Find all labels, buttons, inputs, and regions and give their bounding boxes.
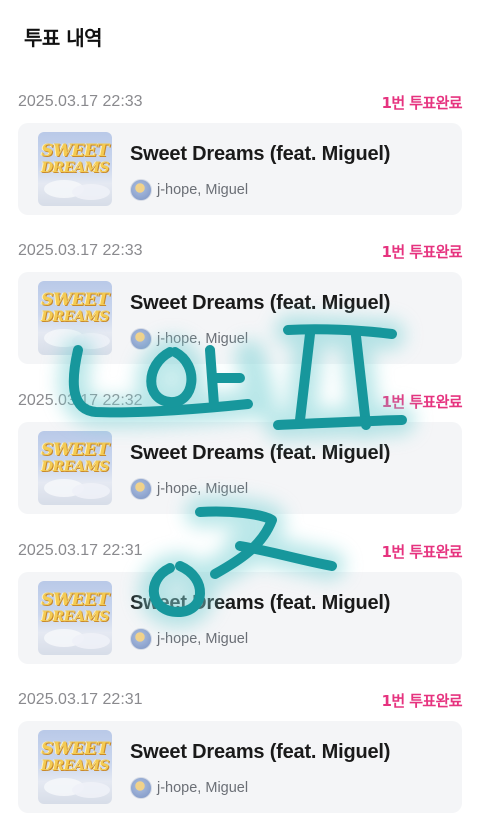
artist-avatar-icon xyxy=(130,478,152,500)
song-title: Sweet Dreams (feat. Miguel) xyxy=(130,741,391,763)
album-art-text: SWEET xyxy=(41,290,109,310)
entry-header: 2025.03.17 22:33 1번 투표완료 xyxy=(18,91,463,113)
song-card[interactable]: SWEET DREAMS Sweet Dreams (feat. Miguel)… xyxy=(18,572,462,664)
vote-status: 1번 투표완료 xyxy=(381,691,463,710)
entry-header: 2025.03.17 22:31 1번 투표완료 xyxy=(18,689,463,711)
vote-entry[interactable]: 2025.03.17 22:33 1번 투표완료 SWEET DREAMS Sw… xyxy=(18,91,463,215)
album-art-icon: SWEET DREAMS xyxy=(38,730,112,804)
vote-date: 2025.03.17 22:33 xyxy=(18,242,143,259)
artist-row: j-hope, Miguel xyxy=(130,628,248,650)
vote-status: 1번 투표완료 xyxy=(381,392,463,411)
vote-entry[interactable]: 2025.03.17 22:31 1번 투표완료 SWEET DREAMS Sw… xyxy=(18,540,463,664)
entry-header: 2025.03.17 22:33 1번 투표완료 xyxy=(18,240,463,262)
artist-name: j-hope, Miguel xyxy=(157,331,249,347)
artist-row: j-hope, Miguel xyxy=(130,777,248,799)
vote-entry[interactable]: 2025.03.17 22:33 1번 투표완료 SWEET DREAMS Sw… xyxy=(18,240,463,364)
artist-avatar-icon xyxy=(130,328,152,350)
album-art-text: SWEET xyxy=(41,739,109,759)
vote-date: 2025.03.17 22:32 xyxy=(18,392,143,409)
album-art-text: SWEET xyxy=(41,590,109,610)
album-art-text: DREAMS xyxy=(41,160,109,176)
song-title: Sweet Dreams (feat. Miguel) xyxy=(130,442,391,464)
artist-name: j-hope, Miguel xyxy=(157,631,249,647)
vote-entry[interactable]: 2025.03.17 22:32 1번 투표완료 SWEET DREAMS Sw… xyxy=(18,390,463,514)
song-title: Sweet Dreams (feat. Miguel) xyxy=(130,592,391,614)
album-art-icon: SWEET DREAMS xyxy=(38,581,112,655)
artist-avatar-icon xyxy=(130,179,152,201)
song-title: Sweet Dreams (feat. Miguel) xyxy=(130,292,391,314)
artist-row: j-hope, Miguel xyxy=(130,179,248,201)
vote-status: 1번 투표완료 xyxy=(381,242,463,261)
artist-avatar-icon xyxy=(130,777,152,799)
album-art-text: SWEET xyxy=(41,141,109,161)
page-title: 투표 내역 xyxy=(24,26,103,50)
song-card[interactable]: SWEET DREAMS Sweet Dreams (feat. Miguel)… xyxy=(18,422,462,514)
album-art-icon: SWEET DREAMS xyxy=(38,431,112,505)
vote-status: 1번 투표완료 xyxy=(381,542,463,561)
vote-entry[interactable]: 2025.03.17 22:31 1번 투표완료 SWEET DREAMS Sw… xyxy=(18,689,463,813)
album-art-text: SWEET xyxy=(41,440,109,460)
artist-row: j-hope, Miguel xyxy=(130,478,248,500)
artist-name: j-hope, Miguel xyxy=(157,481,249,497)
artist-name: j-hope, Miguel xyxy=(157,780,249,796)
song-card[interactable]: SWEET DREAMS Sweet Dreams (feat. Miguel)… xyxy=(18,721,462,813)
album-art-text: DREAMS xyxy=(41,459,109,475)
artist-avatar-icon xyxy=(130,628,152,650)
entry-header: 2025.03.17 22:31 1번 투표완료 xyxy=(18,540,463,562)
vote-date: 2025.03.17 22:31 xyxy=(18,542,143,559)
artist-row: j-hope, Miguel xyxy=(130,328,248,350)
vote-history-screen: 투표 내역 2025.03.17 22:33 1번 투표완료 SWEET DRE… xyxy=(0,0,480,828)
vote-date: 2025.03.17 22:33 xyxy=(18,93,143,110)
artist-name: j-hope, Miguel xyxy=(157,182,249,198)
song-card[interactable]: SWEET DREAMS Sweet Dreams (feat. Miguel)… xyxy=(18,123,462,215)
vote-status: 1번 투표완료 xyxy=(381,93,463,112)
vote-date: 2025.03.17 22:31 xyxy=(18,691,143,708)
album-art-text: DREAMS xyxy=(41,609,109,625)
album-art-icon: SWEET DREAMS xyxy=(38,281,112,355)
album-art-icon: SWEET DREAMS xyxy=(38,132,112,206)
song-card[interactable]: SWEET DREAMS Sweet Dreams (feat. Miguel)… xyxy=(18,272,462,364)
entry-header: 2025.03.17 22:32 1번 투표완료 xyxy=(18,390,463,412)
album-art-text: DREAMS xyxy=(41,309,109,325)
song-title: Sweet Dreams (feat. Miguel) xyxy=(130,143,391,165)
album-art-text: DREAMS xyxy=(41,758,109,774)
